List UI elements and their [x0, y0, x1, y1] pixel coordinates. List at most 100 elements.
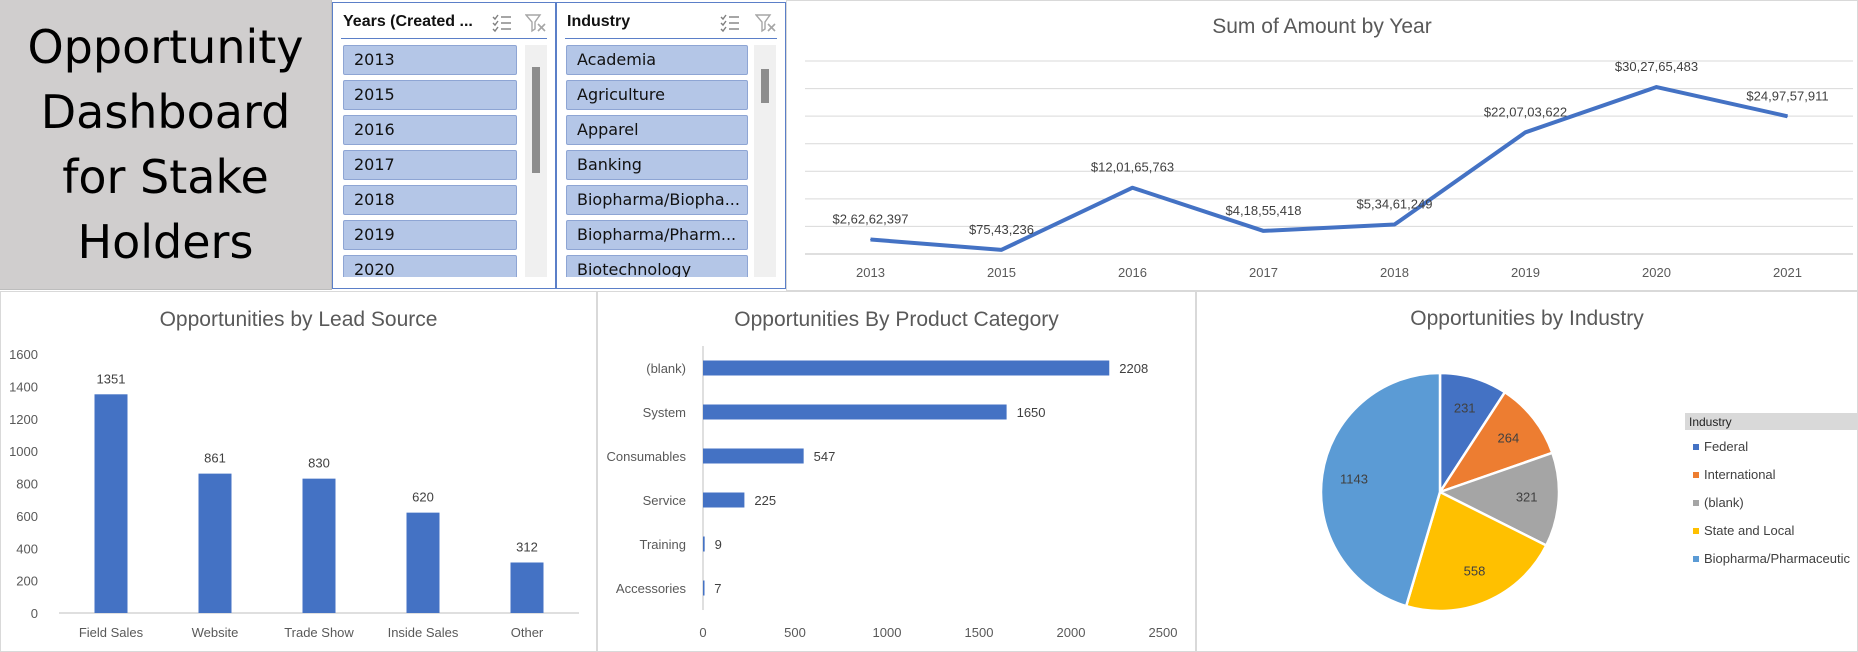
slicer-item-apparel[interactable]: Apparel: [566, 115, 748, 145]
product-category-chart[interactable]: Opportunities By Product Category 0 500 10…: [597, 291, 1196, 652]
legend-label: Biopharma/Pharmaceutic: [1704, 551, 1850, 566]
legend-label: State and Local: [1704, 523, 1794, 538]
y-tick-label: 1200: [9, 412, 38, 427]
y-tick-label: 0: [31, 606, 38, 621]
x-tick-label: 2013: [856, 265, 885, 280]
x-tick-label: 2017: [1249, 265, 1278, 280]
scrollbar-thumb[interactable]: [532, 67, 540, 173]
slicer-item-biotechnology[interactable]: Biotechnology: [566, 255, 748, 277]
data-label: 547: [814, 449, 836, 464]
data-point: [870, 239, 871, 241]
y-tick-label: 800: [16, 477, 38, 492]
industry-slicer-title: Industry: [567, 13, 631, 30]
legend-label: (blank): [1704, 495, 1744, 510]
data-label: 558: [1464, 564, 1486, 579]
x-tick-label: Inside Sales: [388, 625, 459, 640]
data-label: 1351: [97, 371, 126, 386]
data-label: $5,34,61,249: [1357, 197, 1433, 212]
slicer-item-2016[interactable]: 2016: [343, 115, 517, 145]
slicer-item-2018[interactable]: 2018: [343, 185, 517, 215]
bar: [703, 580, 705, 596]
legend-swatch: [1693, 528, 1699, 534]
slicer-item-academia[interactable]: Academia: [566, 45, 748, 75]
y-tick-label: 1000: [9, 444, 38, 459]
bar: [198, 473, 232, 613]
y-tick-label: (blank): [646, 361, 686, 376]
x-tick-label: 2016: [1118, 265, 1147, 280]
y-tick-label: 1400: [9, 379, 38, 394]
line-chart-canvas: $2,62,62,397 2013 $75,43,236 2015 $12,01,65,…: [805, 59, 1853, 280]
x-tick-label: 2500: [1149, 625, 1178, 640]
slicer-item-banking[interactable]: Banking: [566, 150, 748, 180]
years-slicer[interactable]: Years (Created ... 2013 2015 2016 2017 2…: [332, 2, 556, 289]
data-label: 830: [308, 456, 330, 471]
data-label: $4,18,55,418: [1226, 203, 1302, 218]
legend-swatch: [1693, 500, 1699, 506]
data-label: 9: [715, 537, 722, 552]
x-tick-label: 2021: [1773, 265, 1802, 280]
bar: [703, 536, 705, 552]
data-label: 321: [1516, 490, 1538, 505]
slicer-header: Industry: [565, 11, 777, 39]
data-point: [1787, 115, 1788, 117]
legend-swatch: [1693, 444, 1699, 450]
y-tick-label: 200: [16, 574, 38, 589]
data-label: 264: [1498, 430, 1520, 445]
data-point: [1394, 224, 1395, 226]
x-tick-label: 500: [784, 625, 806, 640]
data-point: [1656, 86, 1657, 88]
data-label: $30,27,65,483: [1615, 59, 1698, 74]
y-tick-label: 400: [16, 541, 38, 556]
data-point: [1525, 131, 1526, 133]
x-tick-label: 2019: [1511, 265, 1540, 280]
scrollbar-thumb[interactable]: [761, 69, 769, 103]
legend-label: International: [1704, 467, 1776, 482]
bar: [703, 360, 1110, 376]
data-label: $12,01,65,763: [1091, 160, 1174, 175]
data-label: 2208: [1119, 361, 1148, 376]
bar-chart-canvas: 0 200 400 600 800 1000 1200 1400 1600 1351 Field S…: [9, 347, 579, 640]
dashboard-title-card[interactable]: Opportunity Dashboard for Stake Holders: [0, 0, 332, 290]
slicer-item-biopharma-biopha[interactable]: Biopharma/Biopha...: [566, 185, 748, 215]
data-label: 225: [754, 493, 776, 508]
bar: [406, 512, 440, 613]
y-tick-label: Service: [643, 493, 686, 508]
years-slicer-items: 2013 2015 2016 2017 2018 2019 2020: [343, 45, 517, 277]
x-tick-label: Field Sales: [79, 625, 144, 640]
lead-source-chart[interactable]: Opportunities by Lead Source 0 200 400 600 8…: [0, 291, 597, 652]
industry-pie-chart[interactable]: Opportunities by Industry 231 264 321 558 11…: [1196, 291, 1858, 652]
slicer-item-2020[interactable]: 2020: [343, 255, 517, 277]
industry-slicer[interactable]: Industry Academia Agriculture Apparel Ba…: [556, 2, 786, 289]
slicer-header: Years (Created ...: [341, 11, 547, 39]
x-tick-label: 2015: [987, 265, 1016, 280]
multi-select-icon[interactable]: [491, 13, 513, 33]
clear-filter-icon[interactable]: [524, 13, 547, 33]
hbar-chart-canvas: 0 500 1000 1500 2000 2500 2208 (blank) 1650 Syste…: [607, 346, 1178, 640]
x-tick-label: 1500: [965, 625, 994, 640]
bar: [510, 562, 544, 613]
x-tick-label: 1000: [873, 625, 902, 640]
y-tick-label: Accessories: [616, 581, 687, 596]
data-point: [1263, 230, 1264, 232]
slicer-item-2015[interactable]: 2015: [343, 80, 517, 110]
data-label: $22,07,03,622: [1484, 104, 1567, 119]
years-slicer-scrollbar[interactable]: [525, 45, 547, 277]
pie-chart-canvas: 231 264 321 558 1143 Industry Federal Internati…: [1319, 371, 1858, 613]
clear-filter-icon[interactable]: [754, 13, 777, 33]
data-label: 861: [204, 451, 226, 466]
slicer-item-agriculture[interactable]: Agriculture: [566, 80, 748, 110]
data-label: 231: [1454, 401, 1476, 416]
dashboard: Opportunity Dashboard for Stake Holders …: [0, 0, 1858, 652]
multi-select-icon[interactable]: [719, 13, 741, 33]
slicer-item-2019[interactable]: 2019: [343, 220, 517, 250]
slicer-item-biopharma-pharm[interactable]: Biopharma/Pharm...: [566, 220, 748, 250]
data-label: 7: [714, 581, 721, 596]
y-tick-label: System: [643, 405, 686, 420]
slicer-item-2013[interactable]: 2013: [343, 45, 517, 75]
data-point: [1132, 187, 1133, 189]
data-label: $24,97,57,911: [1746, 88, 1828, 103]
amount-by-year-chart[interactable]: Sum of Amount by Year $2,62,62,397 2013 $7…: [786, 0, 1858, 291]
data-label: 1650: [1017, 405, 1046, 420]
slicer-item-2017[interactable]: 2017: [343, 150, 517, 180]
industry-slicer-scrollbar[interactable]: [754, 45, 776, 277]
